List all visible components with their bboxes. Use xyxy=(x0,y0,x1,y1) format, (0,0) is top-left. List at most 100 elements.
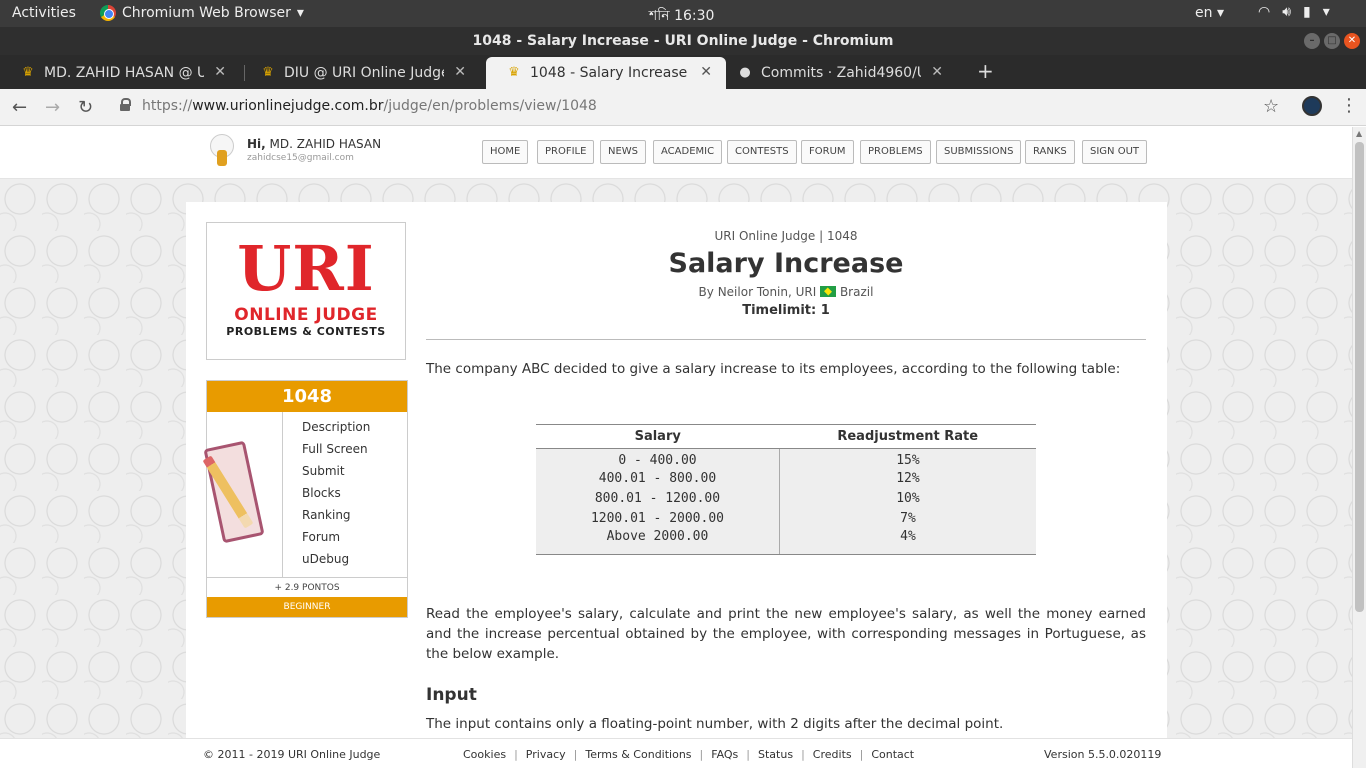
sidebar-link-submit[interactable]: Submit xyxy=(302,464,370,486)
tab-label: Commits · Zahid4960/Uri_ xyxy=(761,65,921,81)
rate-cell: 12% xyxy=(779,468,1036,489)
nav-sign-out[interactable]: SIGN OUT xyxy=(1082,140,1148,164)
tab-github-commits[interactable]: ● Commits · Zahid4960/Uri_ ✕ xyxy=(717,57,957,89)
scroll-up-icon[interactable]: ▲ xyxy=(1356,129,1362,138)
close-tab-icon[interactable]: ✕ xyxy=(700,64,712,80)
nav-news[interactable]: NEWS xyxy=(600,140,647,164)
problem-description: Read the employee's salary, calculate an… xyxy=(426,606,1146,662)
github-icon: ● xyxy=(739,65,751,80)
window-title: 1048 - Salary Increase - URI Online Judg… xyxy=(472,33,894,49)
forward-button[interactable]: → xyxy=(45,97,60,118)
problem-breadcrumb: URI Online Judge | 1048 xyxy=(714,229,858,243)
footer-link-cookies[interactable]: Cookies xyxy=(463,748,506,761)
chevron-down-icon: ▾ xyxy=(296,5,304,21)
version-label: Version 5.5.0.020119 xyxy=(1044,748,1162,761)
close-window-button[interactable]: ✕ xyxy=(1344,33,1360,49)
app-menu-label: Chromium Web Browser xyxy=(122,5,291,21)
tab-label: 1048 - Salary Increase - URI xyxy=(530,65,690,81)
sidebar-link-forum[interactable]: Forum xyxy=(302,530,370,552)
site-header: Hi, MD. ZAHID HASAN zahidcse15@gmail.com… xyxy=(0,127,1352,179)
site-footer: © 2011 - 2019 URI Online Judge Cookies | … xyxy=(0,738,1352,768)
table-row: 400.01 - 800.00 12% xyxy=(536,468,1036,489)
footer-link-terms[interactable]: Terms & Conditions xyxy=(585,748,691,761)
footer-link-privacy[interactable]: Privacy xyxy=(526,748,566,761)
page-viewport: Hi, MD. ZAHID HASAN zahidcse15@gmail.com… xyxy=(0,127,1352,768)
footer-links: Cookies | Privacy | Terms & Conditions | FA… xyxy=(463,748,915,761)
sidebar-link-description[interactable]: Description xyxy=(302,420,370,442)
problem-title: Salary Increase xyxy=(668,248,904,279)
battery-icon: ▮ xyxy=(1303,4,1311,20)
tab-strip: ♛ MD. ZAHID HASAN @ URI ✕ ♛ DIU @ URI On… xyxy=(0,55,1366,89)
table-row: 0 - 400.00 15% xyxy=(536,448,1036,469)
salary-cell: 400.01 - 800.00 xyxy=(536,468,780,489)
close-tab-icon[interactable]: ✕ xyxy=(931,64,943,80)
sidebar-link-udebug[interactable]: uDebug xyxy=(302,552,370,574)
menu-icon[interactable]: ⋮ xyxy=(1340,95,1358,116)
minimize-button[interactable]: – xyxy=(1304,33,1320,49)
sidebar-link-ranking[interactable]: Ranking xyxy=(302,508,370,530)
clock[interactable]: শনি 16:30 xyxy=(649,4,714,28)
problem-sidebar: 1048 Description Full Screen Submit Bloc… xyxy=(202,380,408,618)
chevron-down-icon: ▾ xyxy=(1322,4,1330,20)
rate-cell: 10% xyxy=(779,488,1036,509)
rate-cell: 7% xyxy=(779,508,1036,529)
tab-label: DIU @ URI Online Judge xyxy=(284,65,444,81)
logo-text: URI xyxy=(237,232,375,305)
app-menu[interactable]: Chromium Web Browser ▾ xyxy=(100,5,304,21)
time-limit: Timelimit: 1 xyxy=(742,303,830,318)
sidebar-link-full-screen[interactable]: Full Screen xyxy=(302,442,370,464)
footer-link-status[interactable]: Status xyxy=(758,748,793,761)
clipboard-pencil-icon xyxy=(202,412,283,577)
brazil-flag-icon xyxy=(820,286,837,297)
points-badge: + 2.9 PONTOS xyxy=(207,577,407,597)
browser-toolbar: ← → ↻ https://www.urionlinejudge.com.br/… xyxy=(0,89,1366,126)
salary-cell: 1200.01 - 2000.00 xyxy=(536,508,780,529)
nav-academic[interactable]: ACADEMIC xyxy=(653,140,723,164)
sidebar-link-blocks[interactable]: Blocks xyxy=(302,486,370,508)
activities-button[interactable]: Activities xyxy=(12,5,76,21)
chromium-icon xyxy=(100,5,116,21)
salary-cell: 0 - 400.00 xyxy=(536,448,780,469)
maximize-button[interactable]: □ xyxy=(1324,33,1340,49)
footer-link-contact[interactable]: Contact xyxy=(871,748,914,761)
nav-contests[interactable]: CONTESTS xyxy=(727,140,797,164)
lock-icon[interactable] xyxy=(120,98,131,112)
back-button[interactable]: ← xyxy=(12,97,27,118)
divider xyxy=(426,339,1146,340)
user-avatar[interactable] xyxy=(206,134,238,172)
close-tab-icon[interactable]: ✕ xyxy=(214,64,226,80)
trophy-icon: ♛ xyxy=(22,65,34,80)
nav-profile[interactable]: PROFILE xyxy=(537,140,595,164)
nav-problems[interactable]: PROBLEMS xyxy=(860,140,931,164)
nav-forum[interactable]: FORUM xyxy=(801,140,854,164)
uri-logo[interactable]: URI ONLINE JUDGE PROBLEMS & CONTESTS xyxy=(206,222,406,360)
address-bar[interactable]: https://www.urionlinejudge.com.br/judge/… xyxy=(142,98,597,114)
nav-submissions[interactable]: SUBMISSIONS xyxy=(936,140,1022,164)
footer-link-faqs[interactable]: FAQs xyxy=(711,748,738,761)
copyright: © 2011 - 2019 URI Online Judge xyxy=(203,748,381,761)
logo-subtitle: ONLINE JUDGE xyxy=(234,305,378,325)
salary-cell: Above 2000.00 xyxy=(536,528,780,555)
language-indicator[interactable]: en ▾ xyxy=(1195,5,1224,21)
table-header: Salary xyxy=(536,424,780,449)
vertical-scrollbar[interactable]: ▲ xyxy=(1352,127,1366,768)
input-heading: Input xyxy=(426,685,477,705)
tab-salary-increase[interactable]: ♛ 1048 - Salary Increase - URI ✕ xyxy=(486,57,726,89)
wifi-icon: ◠ xyxy=(1258,4,1271,20)
table-header: Readjustment Rate xyxy=(779,424,1036,449)
profile-avatar[interactable] xyxy=(1302,96,1322,116)
problem-intro: The company ABC decided to give a salary… xyxy=(426,361,1121,377)
sidebar-links: Description Full Screen Submit Blocks Ra… xyxy=(302,420,370,574)
tab-profile[interactable]: ♛ MD. ZAHID HASAN @ URI ✕ xyxy=(0,57,240,89)
reload-button[interactable]: ↻ xyxy=(78,97,93,118)
nav-home[interactable]: HOME xyxy=(482,140,529,164)
close-tab-icon[interactable]: ✕ xyxy=(454,64,466,80)
rate-cell: 15% xyxy=(779,448,1036,469)
tab-diu[interactable]: ♛ DIU @ URI Online Judge ✕ xyxy=(240,57,480,89)
nav-ranks[interactable]: RANKS xyxy=(1025,140,1075,164)
bookmark-star-icon[interactable]: ☆ xyxy=(1263,96,1279,117)
footer-link-credits[interactable]: Credits xyxy=(813,748,852,761)
scrollbar-thumb[interactable] xyxy=(1355,142,1364,612)
new-tab-button[interactable]: + xyxy=(977,59,994,83)
system-tray[interactable]: ◠ 🔊︎ ▮ ▾ xyxy=(1258,4,1330,20)
